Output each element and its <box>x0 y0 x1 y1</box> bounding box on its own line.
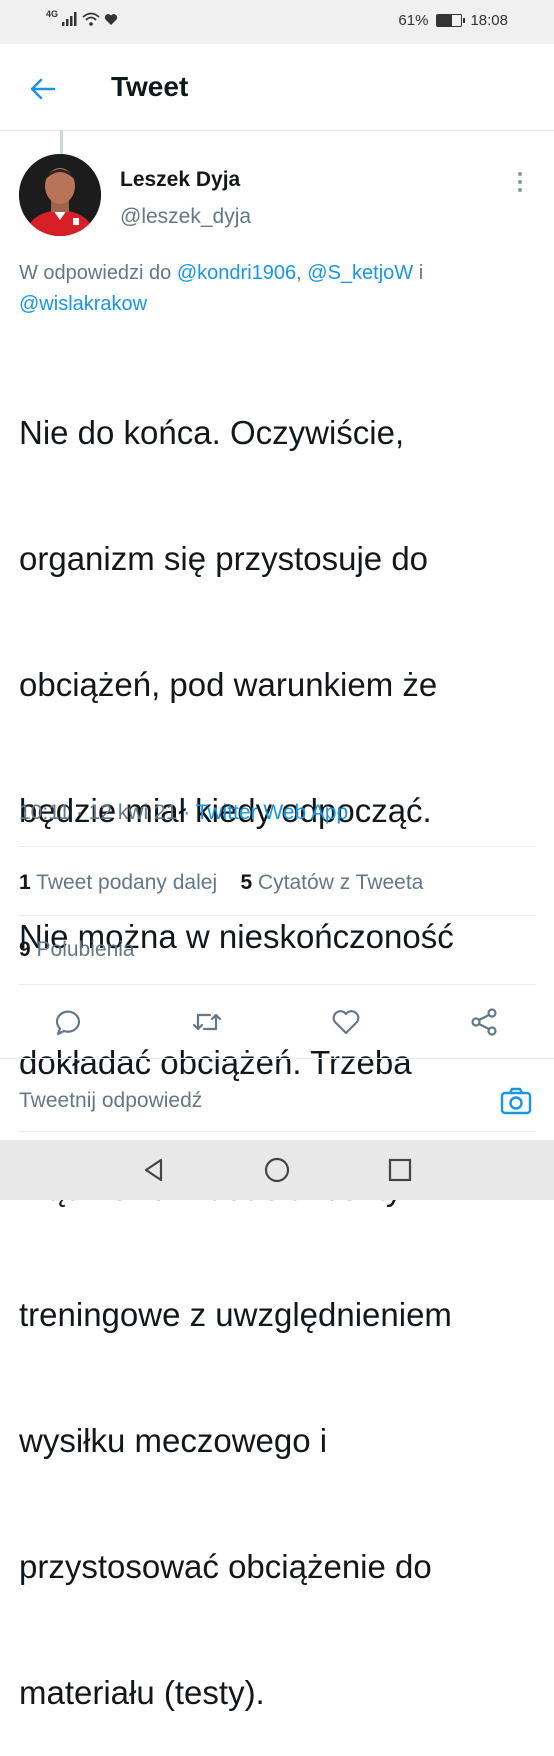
divider <box>19 1131 536 1132</box>
likes-label: Polubienia <box>36 938 135 961</box>
tweet-text-line: wysiłku meczowego i <box>19 1422 328 1459</box>
system-nav-bar <box>0 1140 554 1200</box>
divider <box>19 915 536 916</box>
tweet-text-line: dokładać obciążeń. Trzeba <box>19 1044 412 1081</box>
reply-icon[interactable] <box>51 1005 85 1039</box>
tweet-text-line: przystosować obciążenie do <box>19 1548 432 1585</box>
page-title: Tweet <box>111 71 189 102</box>
tweet-date: 12 kwi 21 <box>88 801 178 824</box>
tweet-text: Nie do końca. Oczywiście, organizm się p… <box>19 328 539 1756</box>
reply-to-line: W odpowiedzi do @kondri1906, @S_ketjoW i… <box>19 258 539 320</box>
quotes-label: Cytatów z Tweeta <box>258 871 424 894</box>
nav-recents-icon[interactable] <box>386 1156 414 1184</box>
network-type: 4G <box>46 9 59 19</box>
thread-line <box>60 130 63 154</box>
more-options-icon[interactable] <box>514 170 526 194</box>
mention-link[interactable]: @wislakrakow <box>19 293 147 315</box>
battery-icon <box>436 14 466 27</box>
tweet-text-line: organizm się przystosuje do <box>19 540 429 577</box>
divider <box>19 846 536 847</box>
header: Tweet <box>0 44 554 131</box>
likes-count: 9 <box>19 938 31 961</box>
tweet-time: 10:11 <box>19 801 70 824</box>
tweet-text-line: materiału (testy). <box>19 1674 265 1711</box>
status-icons-left: 4G <box>46 9 118 26</box>
like-icon[interactable] <box>329 1005 363 1039</box>
mention-link[interactable]: @kondri1906 <box>177 262 296 284</box>
retweet-icon[interactable] <box>190 1005 224 1039</box>
likes-stat[interactable]: 9 Polubienia <box>19 938 135 962</box>
quotes-stat[interactable]: 5 Cytatów z Tweeta <box>240 871 423 894</box>
tweet-text-line: obciążeń, pod warunkiem że <box>19 666 438 703</box>
retweets-count: 1 <box>19 871 31 894</box>
meta-dot: · <box>177 801 196 824</box>
stats-row: 1 Tweet podany dalej 5 Cytatów z Tweeta <box>19 871 423 895</box>
share-icon[interactable] <box>467 1005 501 1039</box>
divider <box>19 984 536 985</box>
retweets-label: Tweet podany dalej <box>36 871 218 894</box>
reply-input[interactable]: Tweetnij odpowiedź <box>19 1089 202 1113</box>
tweet-text-line: Nie do końca. Oczywiście, <box>19 414 405 451</box>
tweet-source-link[interactable]: Twitter Web App <box>196 801 349 824</box>
quotes-count: 5 <box>240 871 253 894</box>
nav-back-icon[interactable] <box>140 1156 168 1184</box>
tweet-meta: 10:11 · 12 kwi 21 · Twitter Web App <box>19 801 348 825</box>
avatar-image <box>19 154 101 236</box>
retweets-stat[interactable]: 1 Tweet podany dalej <box>19 871 217 894</box>
signal-icon <box>62 12 77 26</box>
reply-conjunction: i <box>413 262 424 284</box>
reply-separator: , <box>296 262 308 284</box>
status-icons-right: 61% 18:08 <box>398 12 508 29</box>
meta-dot: · <box>70 801 89 824</box>
divider <box>0 1058 554 1059</box>
battery-fill <box>437 15 453 26</box>
nav-home-icon[interactable] <box>263 1156 291 1184</box>
battery-percent: 61% <box>398 12 429 29</box>
status-time: 18:08 <box>470 12 508 29</box>
back-arrow-icon[interactable] <box>28 74 58 104</box>
reply-prefix: W odpowiedzi do <box>19 262 177 284</box>
status-bar: 4G 61% 18:08 <box>0 0 554 44</box>
author-name[interactable]: Leszek Dyja <box>120 168 240 192</box>
avatar[interactable] <box>19 154 101 236</box>
mention-link[interactable]: @S_ketjoW <box>307 262 413 284</box>
heart-notification-icon <box>104 13 118 25</box>
author-handle[interactable]: @leszek_dyja <box>120 205 251 229</box>
tweet-text-line: treningowe z uwzględnieniem <box>19 1296 452 1333</box>
camera-icon[interactable] <box>499 1084 533 1118</box>
wifi-icon <box>82 12 100 26</box>
